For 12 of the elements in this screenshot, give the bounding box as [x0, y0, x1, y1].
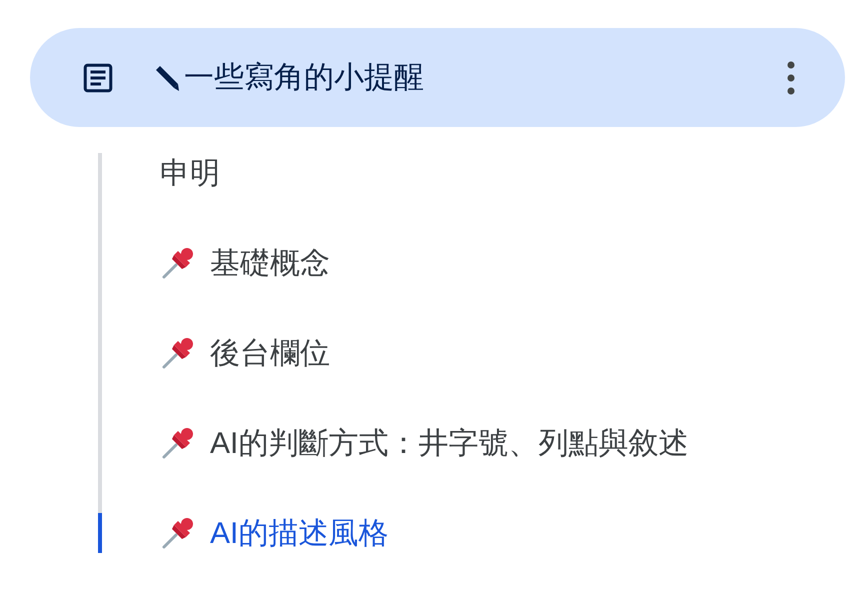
outline-header[interactable]: 一些寫角的小提醒	[30, 28, 845, 127]
outline-item[interactable]: AI的描述風格	[210, 512, 388, 554]
more-icon[interactable]	[787, 60, 795, 94]
outline-item[interactable]: 基礎概念	[210, 242, 330, 284]
pushpin-icon	[160, 515, 196, 551]
pushpin-icon	[160, 335, 196, 371]
pushpin-icon	[160, 425, 196, 461]
outline-item[interactable]: 後台欄位	[210, 332, 330, 374]
outline-item[interactable]: 申明	[160, 152, 220, 194]
outline-title: 一些寫角的小提醒	[184, 60, 425, 96]
outline-item[interactable]: AI的判斷方式：井字號、列點與敘述	[210, 422, 688, 464]
pushpin-icon	[160, 245, 196, 281]
